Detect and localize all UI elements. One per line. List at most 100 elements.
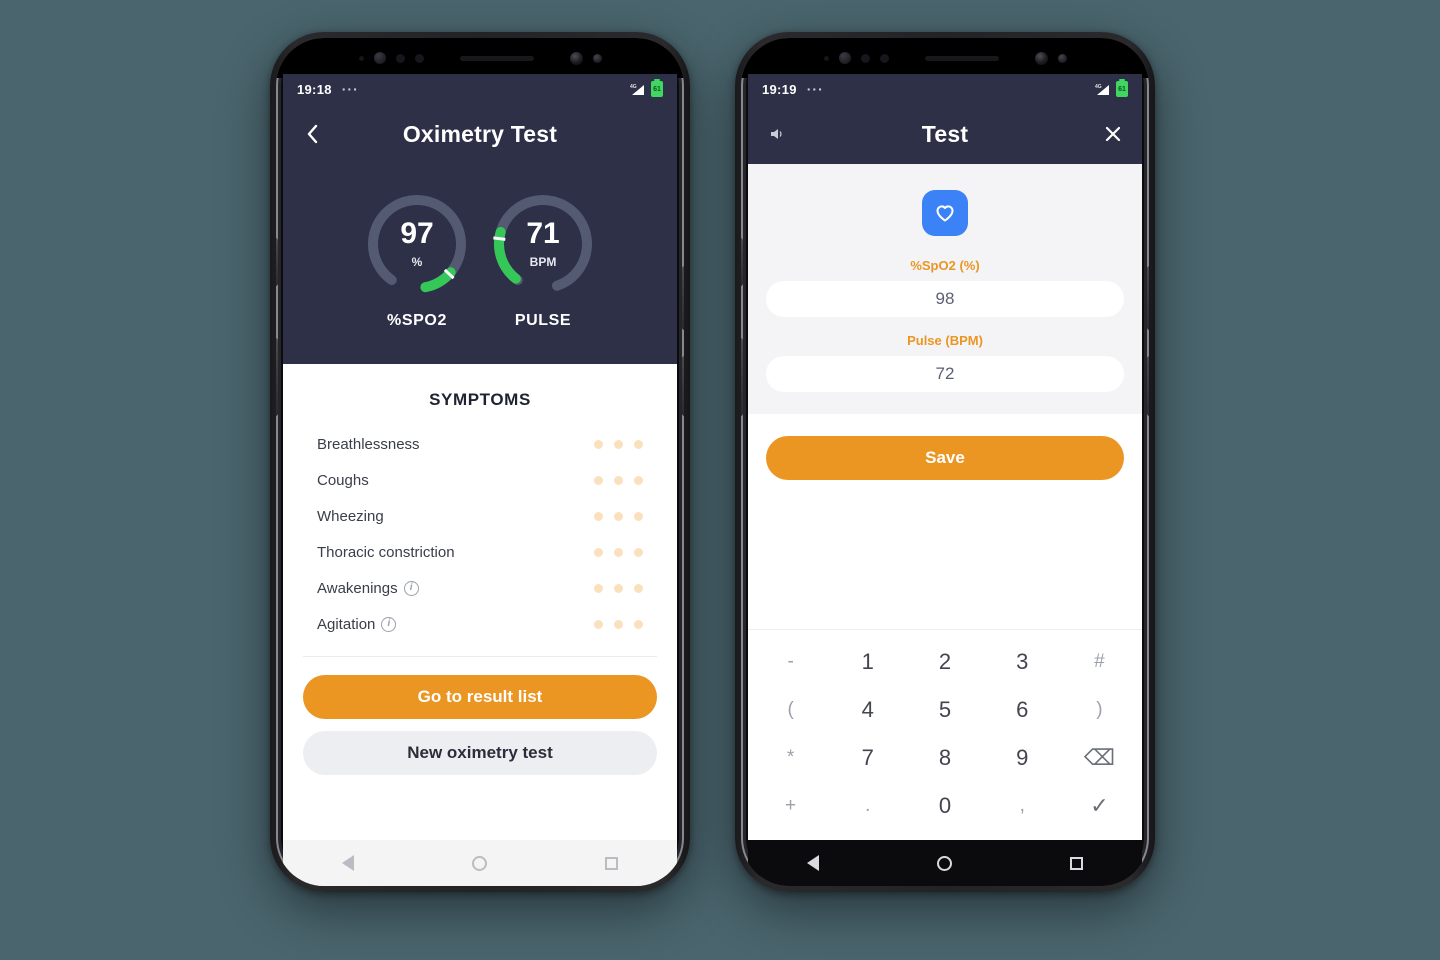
side-button[interactable] [682,266,684,330]
volume-icon [771,129,782,139]
key-8[interactable]: 8 [906,734,983,782]
close-icon [1105,126,1121,142]
nav-back-icon[interactable] [807,855,819,871]
numeric-keypad: - 1 2 3 # ( 4 5 6 ) * 7 8 9 ⌫ + . 0 , ✓ [748,629,1142,840]
field-group-spo2: %SpO2 (%) [766,258,1124,317]
key-1[interactable]: 1 [829,638,906,686]
backspace-icon[interactable]: ⌫ [1061,734,1138,782]
key-0[interactable]: 0 [906,782,983,830]
symptom-label-wrap: Awakenings i [317,580,419,597]
volume-button[interactable] [762,119,792,149]
sensor-dot-icon [860,53,870,63]
severity-dots[interactable] [594,439,643,449]
nav-home-icon[interactable] [937,855,952,871]
severity-dot[interactable] [614,475,623,485]
severity-dot[interactable] [614,619,623,629]
nav-home-icon[interactable] [472,855,487,871]
severity-dots[interactable] [594,619,643,629]
key-comma[interactable]: , [984,782,1061,830]
severity-dot[interactable] [594,511,603,521]
severity-dot[interactable] [594,619,603,629]
list-item[interactable]: Coughs [317,462,643,498]
severity-dots[interactable] [594,511,643,521]
severity-dot[interactable] [594,475,603,485]
phone-device-left: 19:18 ··· 4G 61 Oximetry Test 97 % %SPO2… [270,32,690,892]
key-period[interactable]: . [829,782,906,830]
side-button[interactable] [682,356,684,416]
severity-dot[interactable] [594,439,603,449]
iris-scanner-icon [569,51,583,65]
gauge-unit: % [411,255,423,269]
severity-dot[interactable] [594,583,603,593]
key-hash[interactable]: # [1061,638,1138,686]
severity-dot[interactable] [614,511,623,521]
status-icons: 4G 61 [1095,79,1128,97]
severity-dot[interactable] [614,583,623,593]
severity-dot[interactable] [614,439,623,449]
side-button[interactable] [1147,266,1149,330]
severity-dot[interactable] [614,547,623,557]
key-minus[interactable]: - [752,638,829,686]
spo2-input[interactable] [766,281,1124,317]
severity-dot[interactable] [634,475,643,485]
symptom-label-wrap: Breathlessness [317,436,420,453]
new-oximetry-test-button[interactable]: New oximetry test [303,731,657,775]
go-to-result-list-button[interactable]: Go to result list [303,675,657,719]
nav-recents-icon[interactable] [605,856,618,870]
status-overflow-icon: ··· [341,81,359,97]
screen-right: 19:19 ··· 4G 61 Test %SpO2 (%) 98 Pulse … [748,74,1142,840]
page-title: Test [921,120,969,147]
action-buttons: Go to result list New oximetry test [283,657,677,799]
side-button[interactable] [276,238,278,286]
list-item[interactable]: Breathlessness [317,426,643,462]
severity-dot[interactable] [634,439,643,449]
severity-dot[interactable] [634,547,643,557]
list-item[interactable]: Agitation i [317,606,643,642]
symptom-label-wrap: Coughs [317,472,369,489]
proximity-sensor-icon [592,53,602,63]
back-button[interactable] [297,119,327,149]
pulse-input[interactable] [766,356,1124,392]
nav-back-icon[interactable] [342,855,354,871]
key-asterisk[interactable]: * [752,734,829,782]
confirm-check-icon[interactable]: ✓ [1061,782,1138,830]
side-button[interactable] [741,338,743,416]
key-2[interactable]: 2 [906,638,983,686]
save-area: Save [748,414,1142,514]
severity-dots[interactable] [594,583,643,593]
key-5[interactable]: 5 [906,686,983,734]
page-title: Oximetry Test [402,120,558,147]
side-button[interactable] [276,338,278,416]
side-button[interactable] [741,238,743,286]
info-icon[interactable]: i [381,616,397,632]
side-button[interactable] [1147,356,1149,416]
severity-dot[interactable] [594,547,603,557]
info-icon[interactable]: i [403,580,419,596]
list-item[interactable]: Awakenings i [317,570,643,606]
list-item[interactable]: Wheezing [317,498,643,534]
key-paren-close[interactable]: ) [1061,686,1138,734]
key-4[interactable]: 4 [829,686,906,734]
status-overflow-icon: ··· [806,81,824,97]
gauge-value: 97 [400,217,434,250]
severity-dot[interactable] [634,619,643,629]
key-6[interactable]: 6 [984,686,1061,734]
key-9[interactable]: 9 [984,734,1061,782]
severity-dots[interactable] [594,547,643,557]
save-button[interactable]: Save [766,436,1124,480]
key-plus[interactable]: + [752,782,829,830]
key-3[interactable]: 3 [984,638,1061,686]
field-group-pulse: Pulse (BPM) [766,333,1124,392]
severity-dots[interactable] [594,475,643,485]
severity-dot[interactable] [634,511,643,521]
close-button[interactable] [1098,119,1128,149]
key-7[interactable]: 7 [829,734,906,782]
key-paren-open[interactable]: ( [752,686,829,734]
list-item[interactable]: Thoracic constriction [317,534,643,570]
screenshot-canvas: 19:18 ··· 4G 61 Oximetry Test 97 % %SPO2… [0,0,1440,960]
sensor-dot-icon [823,55,829,61]
severity-dot[interactable] [634,583,643,593]
test-form: %SpO2 (%) Pulse (BPM) [748,164,1142,414]
battery-icon: 61 [651,79,663,97]
nav-recents-icon[interactable] [1070,856,1083,870]
